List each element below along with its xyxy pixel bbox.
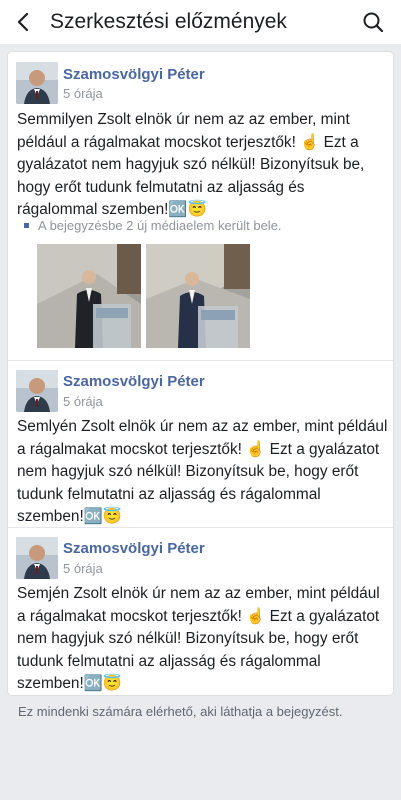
divider (8, 527, 393, 528)
author-name[interactable]: Szamosvölgyi Péter (63, 540, 205, 557)
profile-photo-icon (16, 537, 58, 579)
page-title: Szerkesztési előzmények (50, 10, 287, 33)
divider (8, 360, 393, 361)
bullet-icon (24, 223, 29, 228)
search-button[interactable] (351, 0, 395, 44)
avatar[interactable] (16, 62, 58, 104)
post-text: Semjén Zsolt elnök úr nem az az ember, m… (17, 585, 380, 692)
media-note: A bejegyzésbe 2 új médiaelem került bele… (24, 218, 282, 233)
media-photo-1[interactable] (37, 244, 141, 348)
profile-photo-icon (16, 62, 58, 104)
timestamp: 5 órája (63, 86, 103, 101)
avatar[interactable] (16, 370, 58, 412)
edit-history-card: Szamosvölgyi Péter 5 órája Semmilyen Zso… (8, 52, 393, 695)
profile-photo-icon (16, 370, 58, 412)
post-text: Semmilyen Zsolt elnök úr nem az az ember… (17, 111, 365, 218)
avatar[interactable] (16, 537, 58, 579)
timestamp: 5 órája (63, 394, 103, 409)
author-name[interactable]: Szamosvölgyi Péter (63, 373, 205, 390)
media-photo-2[interactable] (146, 244, 250, 348)
timestamp: 5 órája (63, 561, 103, 576)
back-arrow-icon (17, 12, 29, 32)
author-name[interactable]: Szamosvölgyi Péter (63, 66, 205, 83)
search-icon (363, 12, 384, 33)
visibility-note: Ez mindenki számára elérhető, aki láthat… (18, 704, 343, 719)
back-button[interactable] (2, 0, 46, 44)
post-text: Semlyén Zsolt elnök úr nem az az ember, … (17, 418, 388, 525)
top-bar: Szerkesztési előzmények (0, 0, 401, 44)
media-note-text: A bejegyzésbe 2 új médiaelem került bele… (38, 218, 282, 233)
